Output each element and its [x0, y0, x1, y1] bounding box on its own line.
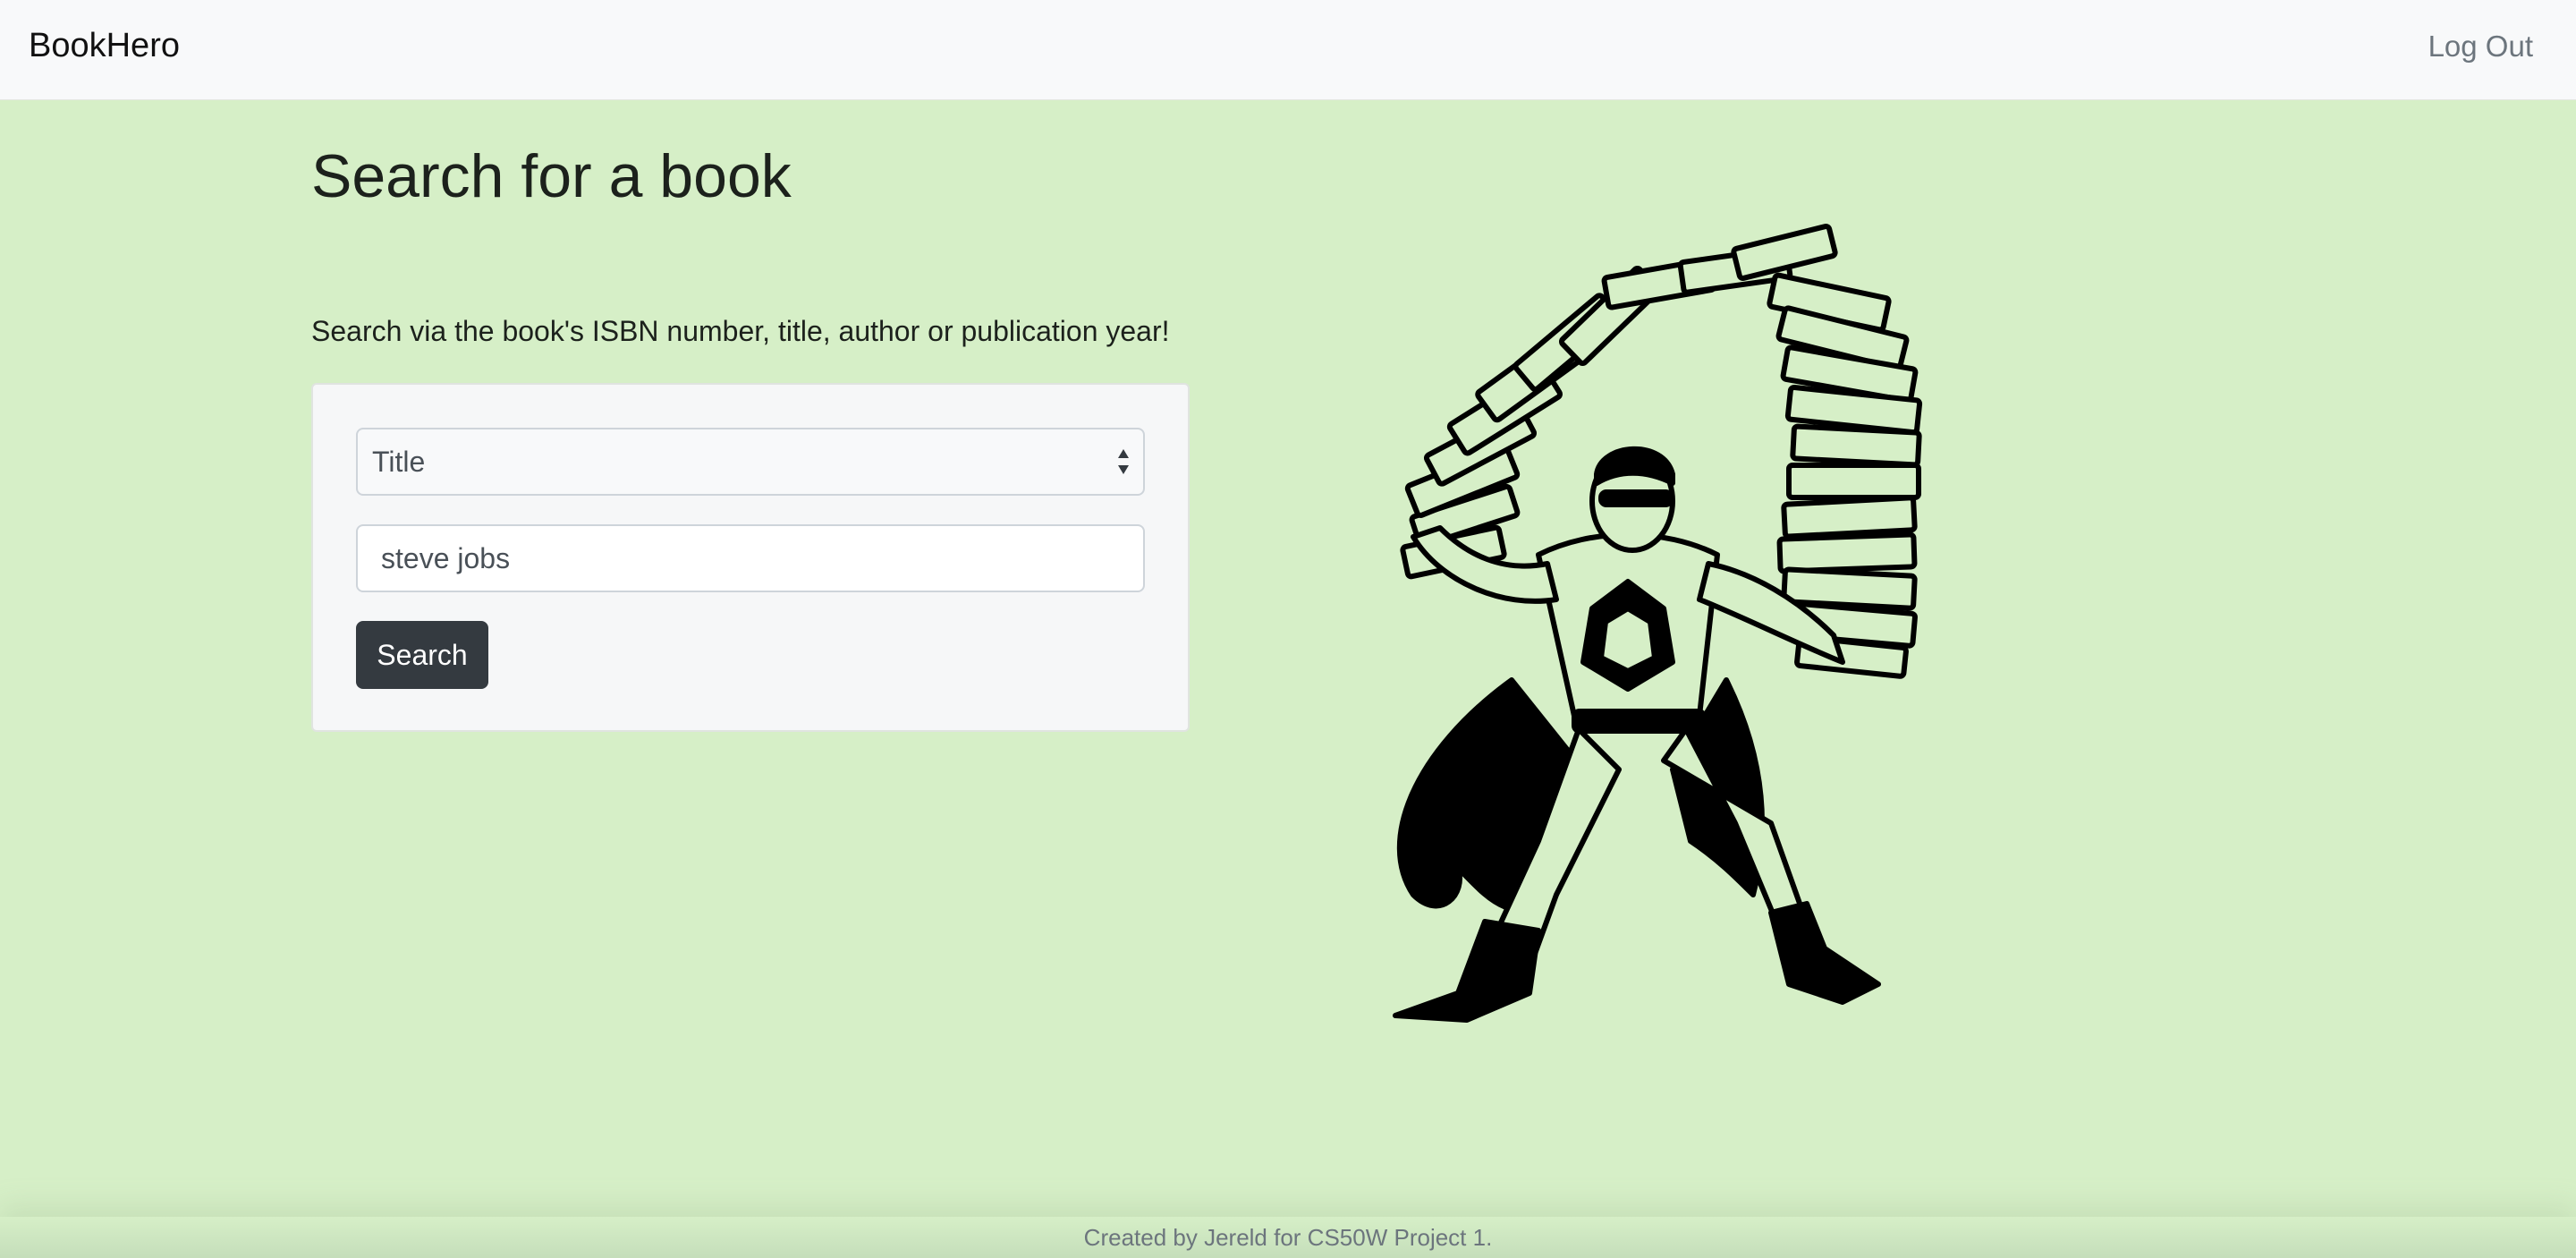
footer: Created by Jereld for CS50W Project 1.	[0, 1217, 2576, 1258]
logout-link[interactable]: Log Out	[2428, 30, 2533, 64]
superhero-books-illustration	[1393, 224, 1923, 1023]
brand-link[interactable]: BookHero	[29, 27, 180, 65]
search-field-select[interactable]: Title	[356, 428, 1145, 496]
footer-text: Created by Jereld for CS50W Project 1.	[1083, 1224, 1493, 1251]
page-subtitle: Search via the book's ISBN number, title…	[311, 315, 1170, 347]
page-title: Search for a book	[311, 142, 792, 210]
select-arrows-icon	[1118, 449, 1129, 474]
navbar: BookHero Log Out	[0, 0, 2576, 100]
search-card: Title Search	[311, 383, 1190, 732]
search-field-value: Title	[372, 446, 426, 478]
search-button[interactable]: Search	[356, 621, 488, 689]
search-input[interactable]	[356, 524, 1145, 592]
